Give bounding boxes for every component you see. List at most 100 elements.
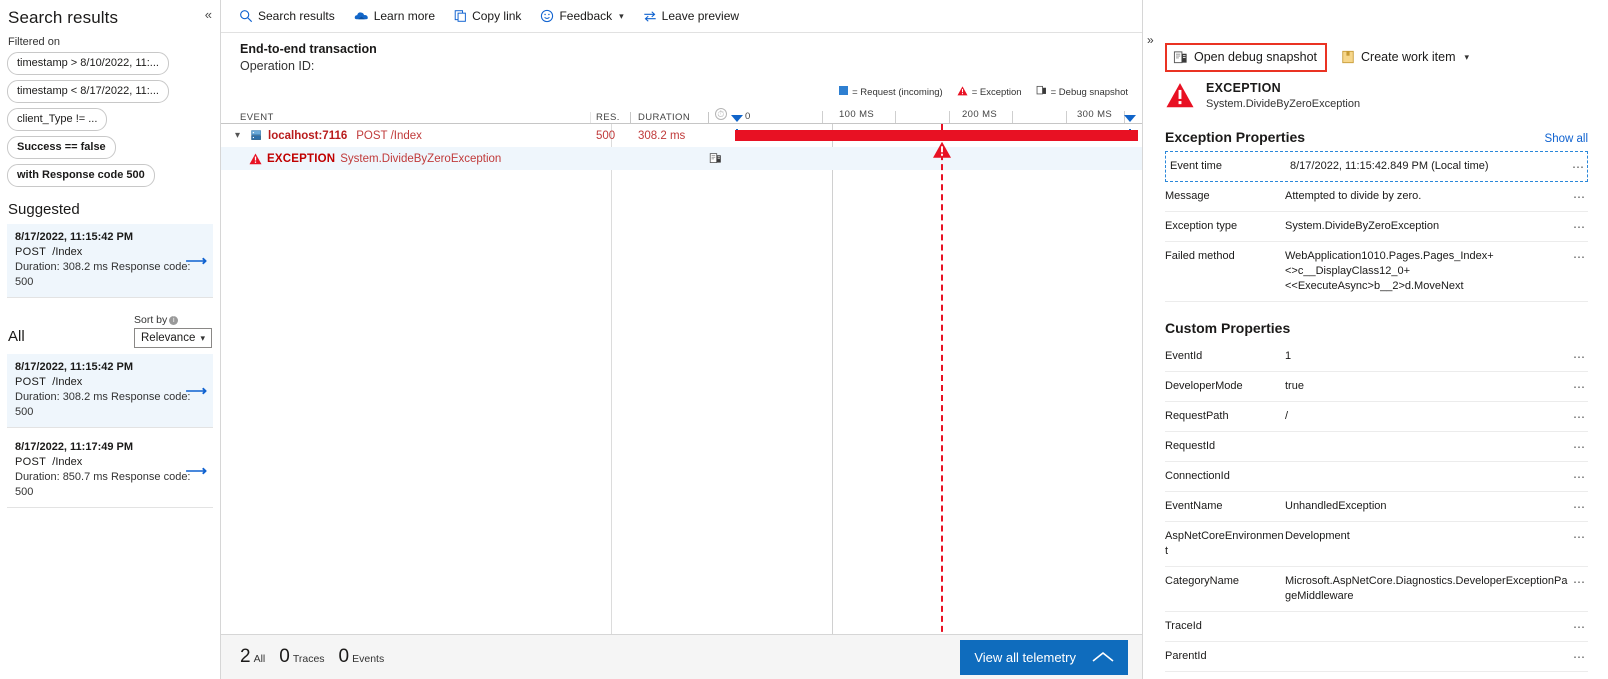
result-operation: POST /Index xyxy=(15,375,191,390)
property-row[interactable]: ParentId ⋯ xyxy=(1165,642,1588,672)
ellipsis-icon[interactable]: ⋯ xyxy=(1573,470,1586,484)
duration-value: 308.2 ms xyxy=(638,129,686,142)
legend-label: = Debug snapshot xyxy=(1050,86,1128,98)
copy-icon xyxy=(454,9,467,23)
property-row[interactable]: EventName UnhandledException ⋯ xyxy=(1165,492,1588,522)
command-leave-preview[interactable]: Leave preview xyxy=(643,9,739,23)
timeline-axis: ⏱ 0 100 MS 200 MS 300 MS xyxy=(709,103,1142,134)
ellipsis-icon[interactable]: ⋯ xyxy=(1573,620,1586,634)
event-cell: ▾ localhost:7116 POST /Index xyxy=(221,124,591,147)
timeline-cell xyxy=(709,147,1142,170)
count-events: 0 Events xyxy=(339,646,385,668)
ellipsis-icon[interactable]: ⋯ xyxy=(1573,650,1586,664)
property-row[interactable]: ConnectionId ⋯ xyxy=(1165,462,1588,492)
ellipsis-icon[interactable]: ⋯ xyxy=(1573,190,1586,204)
ellipsis-icon[interactable]: ⋯ xyxy=(1573,530,1586,544)
all-heading: All xyxy=(8,328,25,345)
open-result-arrow-icon[interactable]: ⟶ xyxy=(185,463,207,478)
debug-snapshot-icon[interactable] xyxy=(709,152,722,165)
property-row[interactable]: AspNetCoreEnvironment Development ⋯ xyxy=(1165,522,1588,567)
filter-pill[interactable]: Success == false xyxy=(7,136,116,159)
filter-pill[interactable]: timestamp > 8/10/2022, 11:... xyxy=(7,52,169,75)
view-all-telemetry-button[interactable]: View all telemetry xyxy=(960,639,1128,675)
collapse-sidebar-icon[interactable]: « xyxy=(205,8,212,21)
command-feedback[interactable]: Feedback ▾ xyxy=(540,9,624,23)
timeline-zero-label: 0 xyxy=(745,111,751,122)
exception-marker-icon[interactable] xyxy=(932,141,952,159)
ellipsis-icon[interactable]: ⋯ xyxy=(1573,440,1586,454)
open-result-arrow-icon[interactable]: ⟶ xyxy=(185,253,207,268)
funnel-icon[interactable] xyxy=(731,115,743,134)
expand-panel-icon[interactable]: » xyxy=(1147,33,1154,47)
command-learn-more[interactable]: Learn more xyxy=(354,9,435,23)
list-item[interactable]: 8/17/2022, 11:15:42 PM POST /Index Duratio… xyxy=(7,354,213,428)
chevron-down-icon: ▾ xyxy=(619,10,624,21)
show-all-link[interactable]: Show all xyxy=(1545,133,1588,145)
ellipsis-icon[interactable]: ⋯ xyxy=(1573,575,1586,589)
ellipsis-icon[interactable]: ⋯ xyxy=(1573,220,1586,234)
ellipsis-icon[interactable]: ⋯ xyxy=(1573,250,1586,264)
property-row[interactable]: Event time 8/17/2022, 11:15:42.849 PM (Lo… xyxy=(1165,151,1588,182)
property-row[interactable]: FormattedMessageAn unhandled exception h… xyxy=(1165,672,1588,679)
list-item[interactable]: 8/17/2022, 11:15:42 PM POST /Index Duratio… xyxy=(7,224,213,298)
filter-pill[interactable]: with Response code 500 xyxy=(7,164,155,187)
column-header-res[interactable]: RES. xyxy=(591,112,631,123)
property-value: UnhandledException xyxy=(1285,500,1387,512)
request-host-link[interactable]: localhost:7116 xyxy=(268,130,347,142)
command-search-results[interactable]: Search results xyxy=(239,9,335,23)
transaction-panel: Search results Learn more Copy link Feedbac… xyxy=(221,0,1143,679)
page-title: Search results xyxy=(8,8,119,27)
list-item[interactable]: 8/17/2022, 11:17:49 PM POST /Index Duratio… xyxy=(7,434,213,508)
timeline-legend: = Request (incoming) = Exception = Debug s… xyxy=(221,81,1142,104)
ellipsis-icon[interactable]: ⋯ xyxy=(1573,500,1586,514)
ellipsis-icon[interactable]: ⋯ xyxy=(1573,380,1586,394)
ellipsis-icon[interactable]: ⋯ xyxy=(1573,350,1586,364)
property-value: Attempted to divide by zero. xyxy=(1285,190,1422,202)
info-icon[interactable]: i xyxy=(169,316,179,325)
timeline-filter-icon[interactable] xyxy=(1124,115,1136,134)
table-row[interactable]: EXCEPTION System.DivideByZeroException xyxy=(221,147,1142,170)
result-operation: POST /Index xyxy=(15,455,191,470)
exception-banner: EXCEPTION System.DivideByZeroException xyxy=(1143,74,1608,114)
property-row[interactable]: DeveloperMode true ⋯ xyxy=(1165,372,1588,402)
open-debug-snapshot-button[interactable]: Open debug snapshot xyxy=(1165,42,1328,72)
clock-icon[interactable]: ⏱ xyxy=(715,108,727,120)
command-copy-link[interactable]: Copy link xyxy=(454,9,521,23)
create-work-item-label: Create work item xyxy=(1361,50,1456,64)
section-title: Custom Properties xyxy=(1165,320,1291,336)
exception-properties-table: Event time 8/17/2022, 11:15:42.849 PM (Lo… xyxy=(1143,151,1608,302)
swap-arrows-icon xyxy=(643,10,657,23)
property-row[interactable]: Failed method WebApplication1010.Pages.Pa… xyxy=(1165,242,1588,302)
tick-label-300ms: 300 MS xyxy=(1077,109,1113,120)
server-icon xyxy=(251,130,261,140)
result-path: /Index xyxy=(52,376,83,388)
ellipsis-icon[interactable]: ⋯ xyxy=(1573,410,1586,424)
filter-pill[interactable]: client_Type != ... xyxy=(7,108,108,131)
request-duration-bar[interactable] xyxy=(735,130,1138,141)
table-row[interactable]: ▾ localhost:7116 POST /Index 500 308.2 m… xyxy=(221,124,1142,147)
property-value: 8/17/2022, 11:15:42.849 PM (Local time) xyxy=(1290,160,1489,172)
sort-by-select[interactable]: Relevance ▾ xyxy=(134,328,212,348)
result-timestamp: 8/17/2022, 11:15:42 PM xyxy=(15,361,134,373)
open-result-arrow-icon[interactable]: ⟶ xyxy=(185,383,207,398)
property-row[interactable]: EventId 1 ⋯ xyxy=(1165,342,1588,372)
chevron-down-icon[interactable]: ▾ xyxy=(235,130,245,141)
property-row[interactable]: Exception type System.DivideByZeroExcepti… xyxy=(1165,212,1588,242)
sort-by-control: Sort by i Relevance ▾ xyxy=(134,314,212,348)
column-header-event[interactable]: EVENT xyxy=(221,112,591,123)
operation-id-label: Operation ID: xyxy=(240,59,315,73)
property-row[interactable]: Message Attempted to divide by zero. ⋯ xyxy=(1165,182,1588,212)
result-verb: POST xyxy=(15,376,47,388)
ellipsis-icon[interactable]: ⋯ xyxy=(1572,160,1585,174)
property-row[interactable]: TraceId ⋯ xyxy=(1165,612,1588,642)
filter-pill[interactable]: timestamp < 8/17/2022, 11:... xyxy=(7,80,169,103)
property-key: RequestId xyxy=(1165,440,1216,452)
result-timestamp: 8/17/2022, 11:15:42 PM xyxy=(15,231,134,243)
create-work-item-button[interactable]: Create work item ▾ xyxy=(1341,50,1469,64)
event-grid: ▾ localhost:7116 POST /Index 500 308.2 m… xyxy=(221,124,1142,634)
custom-properties-header: Custom Properties xyxy=(1143,302,1608,342)
property-row[interactable]: RequestPath / ⋯ xyxy=(1165,402,1588,432)
column-header-duration[interactable]: DURATION xyxy=(631,112,709,123)
property-row[interactable]: RequestId ⋯ xyxy=(1165,432,1588,462)
property-row[interactable]: CategoryName Microsoft.AspNetCore.Diagnos… xyxy=(1165,567,1588,612)
